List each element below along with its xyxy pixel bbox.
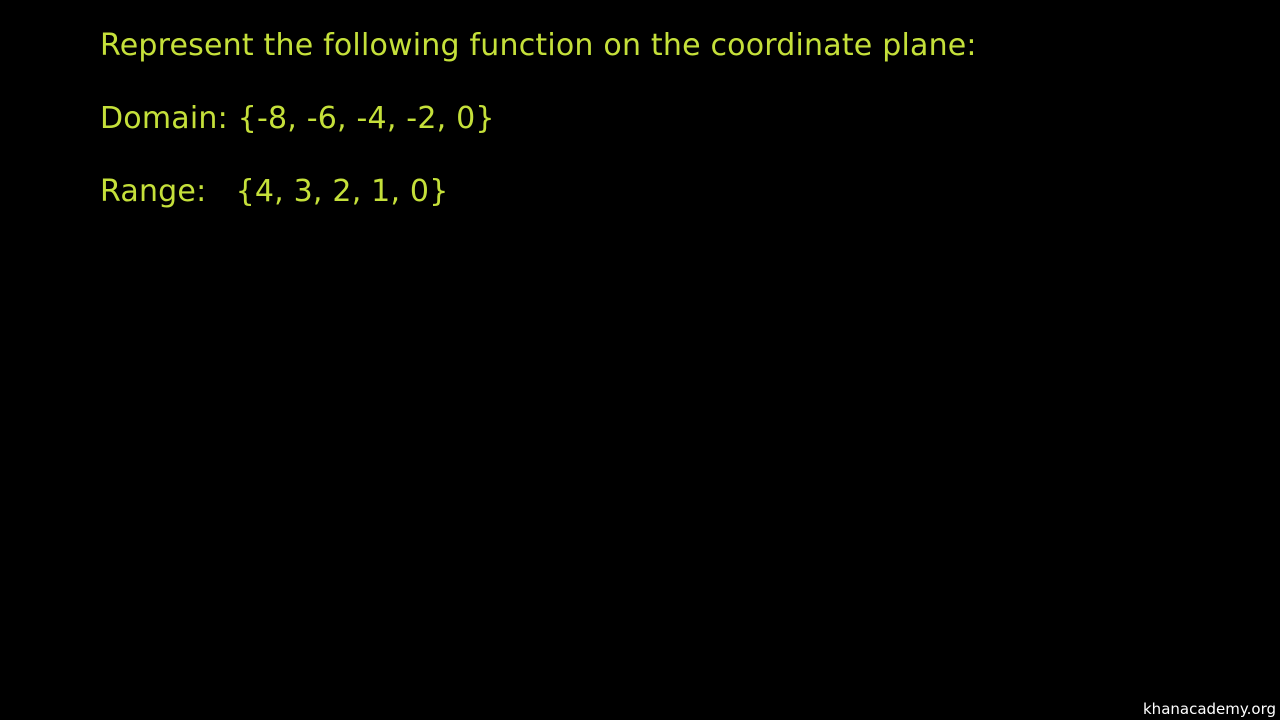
problem-prompt: Represent the following function on the … <box>100 28 977 63</box>
range-set: Range: {4, 3, 2, 1, 0} <box>100 174 449 209</box>
watermark: khanacademy.org <box>1143 700 1276 718</box>
domain-set: Domain: {-8, -6, -4, -2, 0} <box>100 101 495 136</box>
